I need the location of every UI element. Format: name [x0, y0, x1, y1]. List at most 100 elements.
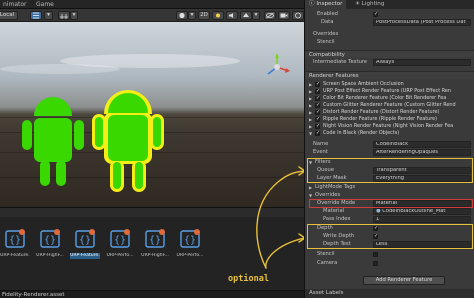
- intermediate-texture-label: Intermediate Texture: [313, 59, 368, 65]
- renderer-feature-label: Distort Render Feature (Distort Render F…: [323, 109, 440, 115]
- renderer-asset-tile[interactable]: {} URP-HighF...: [141, 226, 169, 266]
- renderer-feature-row[interactable]: ▶ Screen Space Ambient Occlusion: [305, 81, 474, 88]
- data-object-field[interactable]: PostProcessData (Post Process Dat: [373, 19, 471, 26]
- pass-index-row: Pass Index 1: [305, 216, 474, 223]
- renderer-feature-label: Code In Black (Render Objects): [323, 130, 400, 136]
- enabled-checkbox[interactable]: [373, 11, 378, 18]
- feature-enabled-checkbox[interactable]: [315, 130, 320, 137]
- asset-label: URP-HighF...: [36, 253, 64, 258]
- overrides-row[interactable]: Overrides: [305, 31, 474, 38]
- feature-enabled-checkbox[interactable]: [315, 123, 320, 130]
- scriptable-object-icon: {}: [5, 229, 25, 248]
- intermediate-texture-row: Intermediate Texture Always: [305, 59, 474, 66]
- pass-index-field[interactable]: 1: [373, 216, 471, 223]
- foldout-arrow-icon[interactable]: ▶: [309, 109, 312, 116]
- feature-enabled-checkbox[interactable]: [315, 116, 320, 123]
- lighting-toggle-icon[interactable]: [212, 11, 224, 20]
- editor-tab-bar: nimator Game: [0, 0, 304, 16]
- svg-text:{}: {}: [149, 235, 161, 246]
- material-object-field[interactable]: ● CodeInBlackOutline_Mat: [373, 208, 471, 215]
- scriptable-object-icon: {}: [110, 229, 130, 248]
- tab-inspector[interactable]: ⓘ Inspector: [305, 0, 347, 9]
- feature-enabled-checkbox[interactable]: [315, 109, 320, 116]
- foldout-arrow-icon: ▶: [309, 185, 313, 190]
- feature-enabled-checkbox[interactable]: [315, 95, 320, 102]
- renderer-feature-label: Color Bit Renderer Feature (Color Bit Re…: [323, 95, 447, 101]
- foldout-arrow-icon[interactable]: ▶: [309, 123, 312, 130]
- depth-checkbox[interactable]: [373, 225, 378, 232]
- effects-toggle-icon[interactable]: [240, 11, 252, 20]
- scene-orientation-gizmo[interactable]: [262, 52, 292, 82]
- snap-dropdown-icon[interactable]: ▾: [44, 11, 53, 20]
- asset-label: URP-Feature...: [70, 253, 100, 259]
- renderer-feature-row[interactable]: ▶ Custom Glitter Renderer Feature (Custom…: [305, 102, 474, 109]
- renderer-feature-row[interactable]: ▼ Code In Black (Render Objects): [305, 130, 474, 137]
- asset-labels-bar[interactable]: Asset Labels: [305, 289, 474, 298]
- feature-enabled-checkbox[interactable]: [315, 88, 320, 95]
- hidden-objects-icon[interactable]: [264, 11, 276, 20]
- name-field[interactable]: CodeInBlack: [373, 141, 471, 148]
- tab-lighting-label: Lighting: [361, 1, 385, 7]
- lightmode-tags-foldout[interactable]: ▶ LightMode Tags: [305, 184, 474, 191]
- data-row: Data PostProcessData (Post Process Dat: [305, 19, 474, 26]
- foldout-arrow-icon[interactable]: ▶: [309, 116, 312, 123]
- renderer-asset-tile[interactable]: {} URP-Perfo...: [107, 226, 133, 266]
- queue-dropdown[interactable]: Transparent: [373, 167, 471, 174]
- intermediate-texture-dropdown[interactable]: Always: [373, 59, 471, 66]
- camera-settings-icon[interactable]: [278, 11, 290, 20]
- toggle-2d-button[interactable]: 2D: [198, 11, 210, 20]
- foldout-arrow-icon[interactable]: ▶: [309, 88, 312, 95]
- shading-mode-icon[interactable]: [176, 11, 188, 20]
- override-mode-dropdown[interactable]: Material: [373, 200, 471, 207]
- write-depth-checkbox[interactable]: [373, 233, 378, 240]
- gizmos-toggle-icon[interactable]: [292, 11, 304, 20]
- pivot-mode-dropdown[interactable]: Local: [0, 11, 18, 20]
- layer-mask-dropdown[interactable]: Everything: [373, 175, 471, 182]
- feature-enabled-checkbox[interactable]: [315, 102, 320, 109]
- snap-menu-icon[interactable]: ▾: [70, 11, 78, 20]
- stencil-row[interactable]: Stencil: [305, 39, 474, 46]
- renderer-asset-tile[interactable]: {} URP-Feature...: [0, 226, 30, 266]
- stencil-checkbox[interactable]: [373, 252, 378, 257]
- grid-snap-button[interactable]: [30, 11, 42, 20]
- asset-label: URP-Perfo...: [176, 253, 204, 258]
- renderer-feature-row[interactable]: ▶ Distort Render Feature (Distort Render …: [305, 109, 474, 116]
- overrides-section-label: Overrides: [315, 192, 341, 198]
- depth-test-dropdown[interactable]: Less: [373, 241, 471, 248]
- renderer-feature-row[interactable]: ▶ Night Vision Render Feature (Night Visi…: [305, 123, 474, 130]
- foldout-arrow-icon[interactable]: ▶: [309, 81, 312, 88]
- filters-foldout[interactable]: ▼ Filters: [305, 159, 474, 166]
- renderer-feature-row[interactable]: ▶ Color Bit Renderer Feature (Color Bit R…: [305, 95, 474, 102]
- write-depth-row: Write Depth: [305, 233, 474, 240]
- renderer-asset-tile[interactable]: {} URP-Feature...: [70, 226, 100, 266]
- effects-dropdown-icon[interactable]: ▾: [252, 11, 260, 20]
- tab-lighting[interactable]: ☀ Lighting: [351, 0, 388, 9]
- camera-checkbox[interactable]: [373, 261, 378, 266]
- foldout-arrow-icon[interactable]: ▶: [309, 102, 312, 109]
- renderer-feature-row[interactable]: ▶ URP Post Effect Render Feature (URP Pos…: [305, 88, 474, 95]
- renderer-feature-row[interactable]: ▶ Ripple Render Feature (Ripple Render Fe…: [305, 116, 474, 123]
- renderer-asset-tile[interactable]: {} URP-Perfo...: [177, 226, 203, 266]
- overrides-foldout[interactable]: ▼ Overrides: [305, 192, 474, 199]
- inspector-tab-bar: ⓘ Inspector ☀ Lighting: [305, 0, 474, 9]
- shading-dropdown-icon[interactable]: ▾: [188, 11, 196, 20]
- add-renderer-feature-button[interactable]: Add Renderer Feature: [363, 276, 445, 285]
- foldout-arrow-icon[interactable]: ▶: [309, 95, 312, 102]
- event-dropdown[interactable]: AfterRenderingOpaques: [373, 149, 471, 156]
- audio-toggle-icon[interactable]: [226, 11, 238, 20]
- tab-game[interactable]: Game: [33, 0, 57, 9]
- tab-inspector-label: Inspector: [316, 1, 343, 7]
- snap-increment-icon[interactable]: [58, 11, 70, 20]
- pass-index-label: Pass Index: [323, 216, 351, 222]
- renderer-asset-tile[interactable]: {} URP-HighF...: [36, 226, 64, 266]
- renderer-feature-label: Custom Glitter Renderer Feature (Custom …: [323, 102, 456, 108]
- project-path-bar: Fidelity-Renderer.asset: [0, 290, 304, 298]
- feature-enabled-checkbox[interactable]: [315, 81, 320, 88]
- android-character-outlined[interactable]: [92, 84, 164, 194]
- stencil-label: Stencil: [317, 39, 335, 45]
- scene-toolbar: Local ▾ ▾ ▾ 2D ▾: [0, 9, 304, 22]
- android-character-plain[interactable]: [22, 90, 84, 190]
- renderer-features-list: ▶ Screen Space Ambient Occlusion ▶ URP Post…: [305, 81, 474, 139]
- scriptable-object-icon: {}: [180, 229, 200, 248]
- foldout-arrow-icon[interactable]: ▼: [309, 130, 312, 137]
